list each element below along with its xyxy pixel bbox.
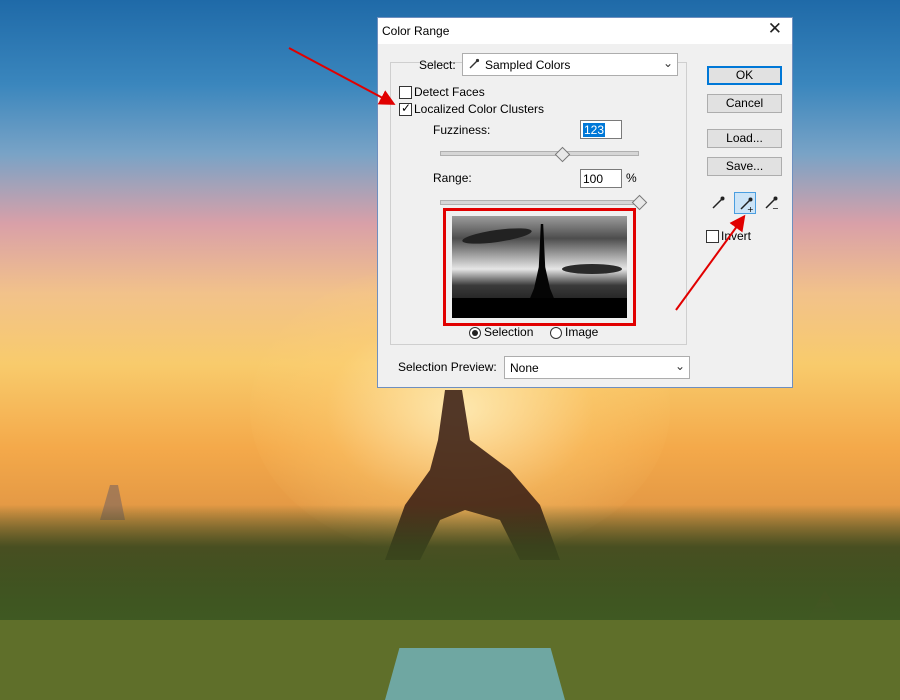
localized-clusters-checkbox[interactable]: ✓ bbox=[399, 101, 412, 116]
eyedropper-icon[interactable] bbox=[707, 192, 729, 214]
selection-radio[interactable] bbox=[469, 327, 481, 339]
range-label: Range: bbox=[433, 171, 472, 185]
svg-text:−: − bbox=[772, 204, 779, 211]
image-radio[interactable] bbox=[550, 327, 562, 339]
fuzziness-label: Fuzziness: bbox=[433, 123, 491, 137]
eyedropper-plus-icon[interactable]: + bbox=[734, 192, 756, 214]
color-range-dialog: Color Range ✕ Select: Sampled Colors ⌄ D… bbox=[377, 17, 793, 388]
preview-cloud bbox=[562, 264, 622, 274]
preview-highlight-box bbox=[443, 208, 636, 326]
radio-dot bbox=[472, 330, 478, 336]
svg-text:+: + bbox=[747, 205, 754, 212]
select-value: Sampled Colors bbox=[485, 58, 571, 72]
reflecting-pool bbox=[385, 648, 565, 700]
detect-faces-checkbox[interactable] bbox=[399, 86, 412, 99]
invert-checkbox[interactable] bbox=[706, 230, 719, 243]
title-bar: Color Range ✕ bbox=[378, 18, 792, 44]
eyedropper-minus-icon[interactable]: − bbox=[760, 192, 782, 214]
ok-button[interactable]: OK bbox=[707, 66, 782, 85]
save-button[interactable]: Save... bbox=[707, 157, 782, 176]
cancel-button[interactable]: Cancel bbox=[707, 94, 782, 113]
dialog-title: Color Range bbox=[382, 24, 450, 38]
range-slider-track[interactable] bbox=[440, 200, 642, 205]
close-icon[interactable]: ✕ bbox=[768, 19, 782, 39]
selection-preview-dropdown[interactable]: None ⌄ bbox=[504, 356, 690, 379]
checkmark-icon: ✓ bbox=[401, 101, 412, 115]
fuzziness-value: 123 bbox=[583, 123, 606, 137]
range-value: 100 bbox=[583, 172, 604, 186]
chevron-down-icon: ⌄ bbox=[662, 56, 673, 70]
load-button[interactable]: Load... bbox=[707, 129, 782, 148]
range-input[interactable]: 100 bbox=[580, 169, 622, 188]
eyedropper-icon bbox=[469, 58, 480, 69]
fuzziness-input[interactable]: 123 bbox=[580, 120, 622, 139]
localized-clusters-label: Localized Color Clusters bbox=[414, 102, 545, 116]
fuzziness-slider-track[interactable] bbox=[440, 151, 639, 156]
image-radio-label: Image bbox=[565, 325, 599, 339]
invert-label: Invert bbox=[721, 229, 752, 243]
preview-cloud bbox=[461, 225, 533, 247]
selection-radio-label: Selection bbox=[484, 325, 534, 339]
tree-line bbox=[0, 505, 900, 625]
selection-preview-value: None bbox=[510, 361, 539, 375]
select-dropdown[interactable]: Sampled Colors ⌄ bbox=[462, 53, 678, 76]
preview-ground bbox=[452, 298, 627, 318]
detect-faces-label: Detect Faces bbox=[414, 85, 485, 99]
chevron-down-icon: ⌄ bbox=[674, 359, 685, 373]
selection-preview-label: Selection Preview: bbox=[398, 360, 497, 374]
range-unit: % bbox=[626, 171, 637, 185]
select-label: Select: bbox=[419, 58, 456, 72]
selection-preview-image bbox=[452, 216, 627, 318]
